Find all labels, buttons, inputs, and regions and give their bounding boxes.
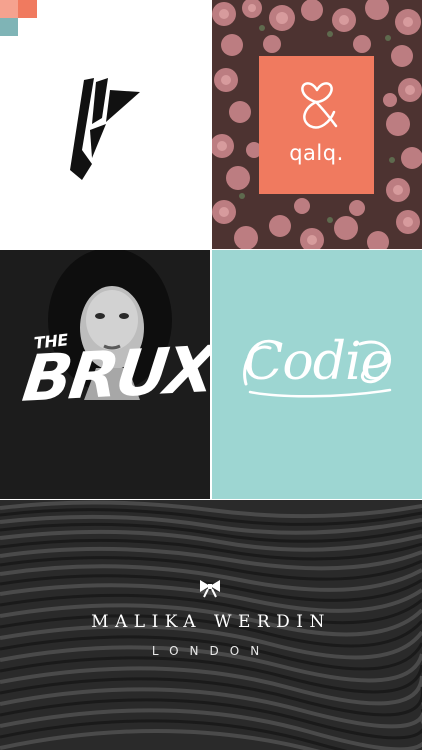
logo-tile-brux[interactable]: THE BRUX (0, 250, 210, 499)
codie-wordmark: Codie (243, 332, 392, 392)
ampersand-heart-icon (301, 82, 338, 129)
malika-werdin-wordmark: MALIKA WERDIN (91, 612, 331, 632)
corner-block-pink (0, 0, 18, 18)
corner-block-teal (0, 18, 18, 36)
logo-tile-qalq[interactable]: qalq. (212, 0, 422, 249)
angular-a-logo-icon (70, 78, 140, 180)
logo-tile-malika-werdin[interactable]: MALIKA WERDIN LONDON (0, 500, 422, 750)
corner-block-orange (18, 0, 37, 18)
bow-icon (200, 580, 220, 598)
qalq-wordmark: qalq. (289, 141, 344, 165)
malika-city-label: LONDON (151, 644, 271, 658)
qalq-card: qalq. (259, 56, 374, 194)
logo-tile-codie[interactable]: Codie (212, 250, 422, 499)
logo-tile-a[interactable] (0, 0, 210, 249)
brux-wordmark: BRUX (18, 333, 210, 417)
